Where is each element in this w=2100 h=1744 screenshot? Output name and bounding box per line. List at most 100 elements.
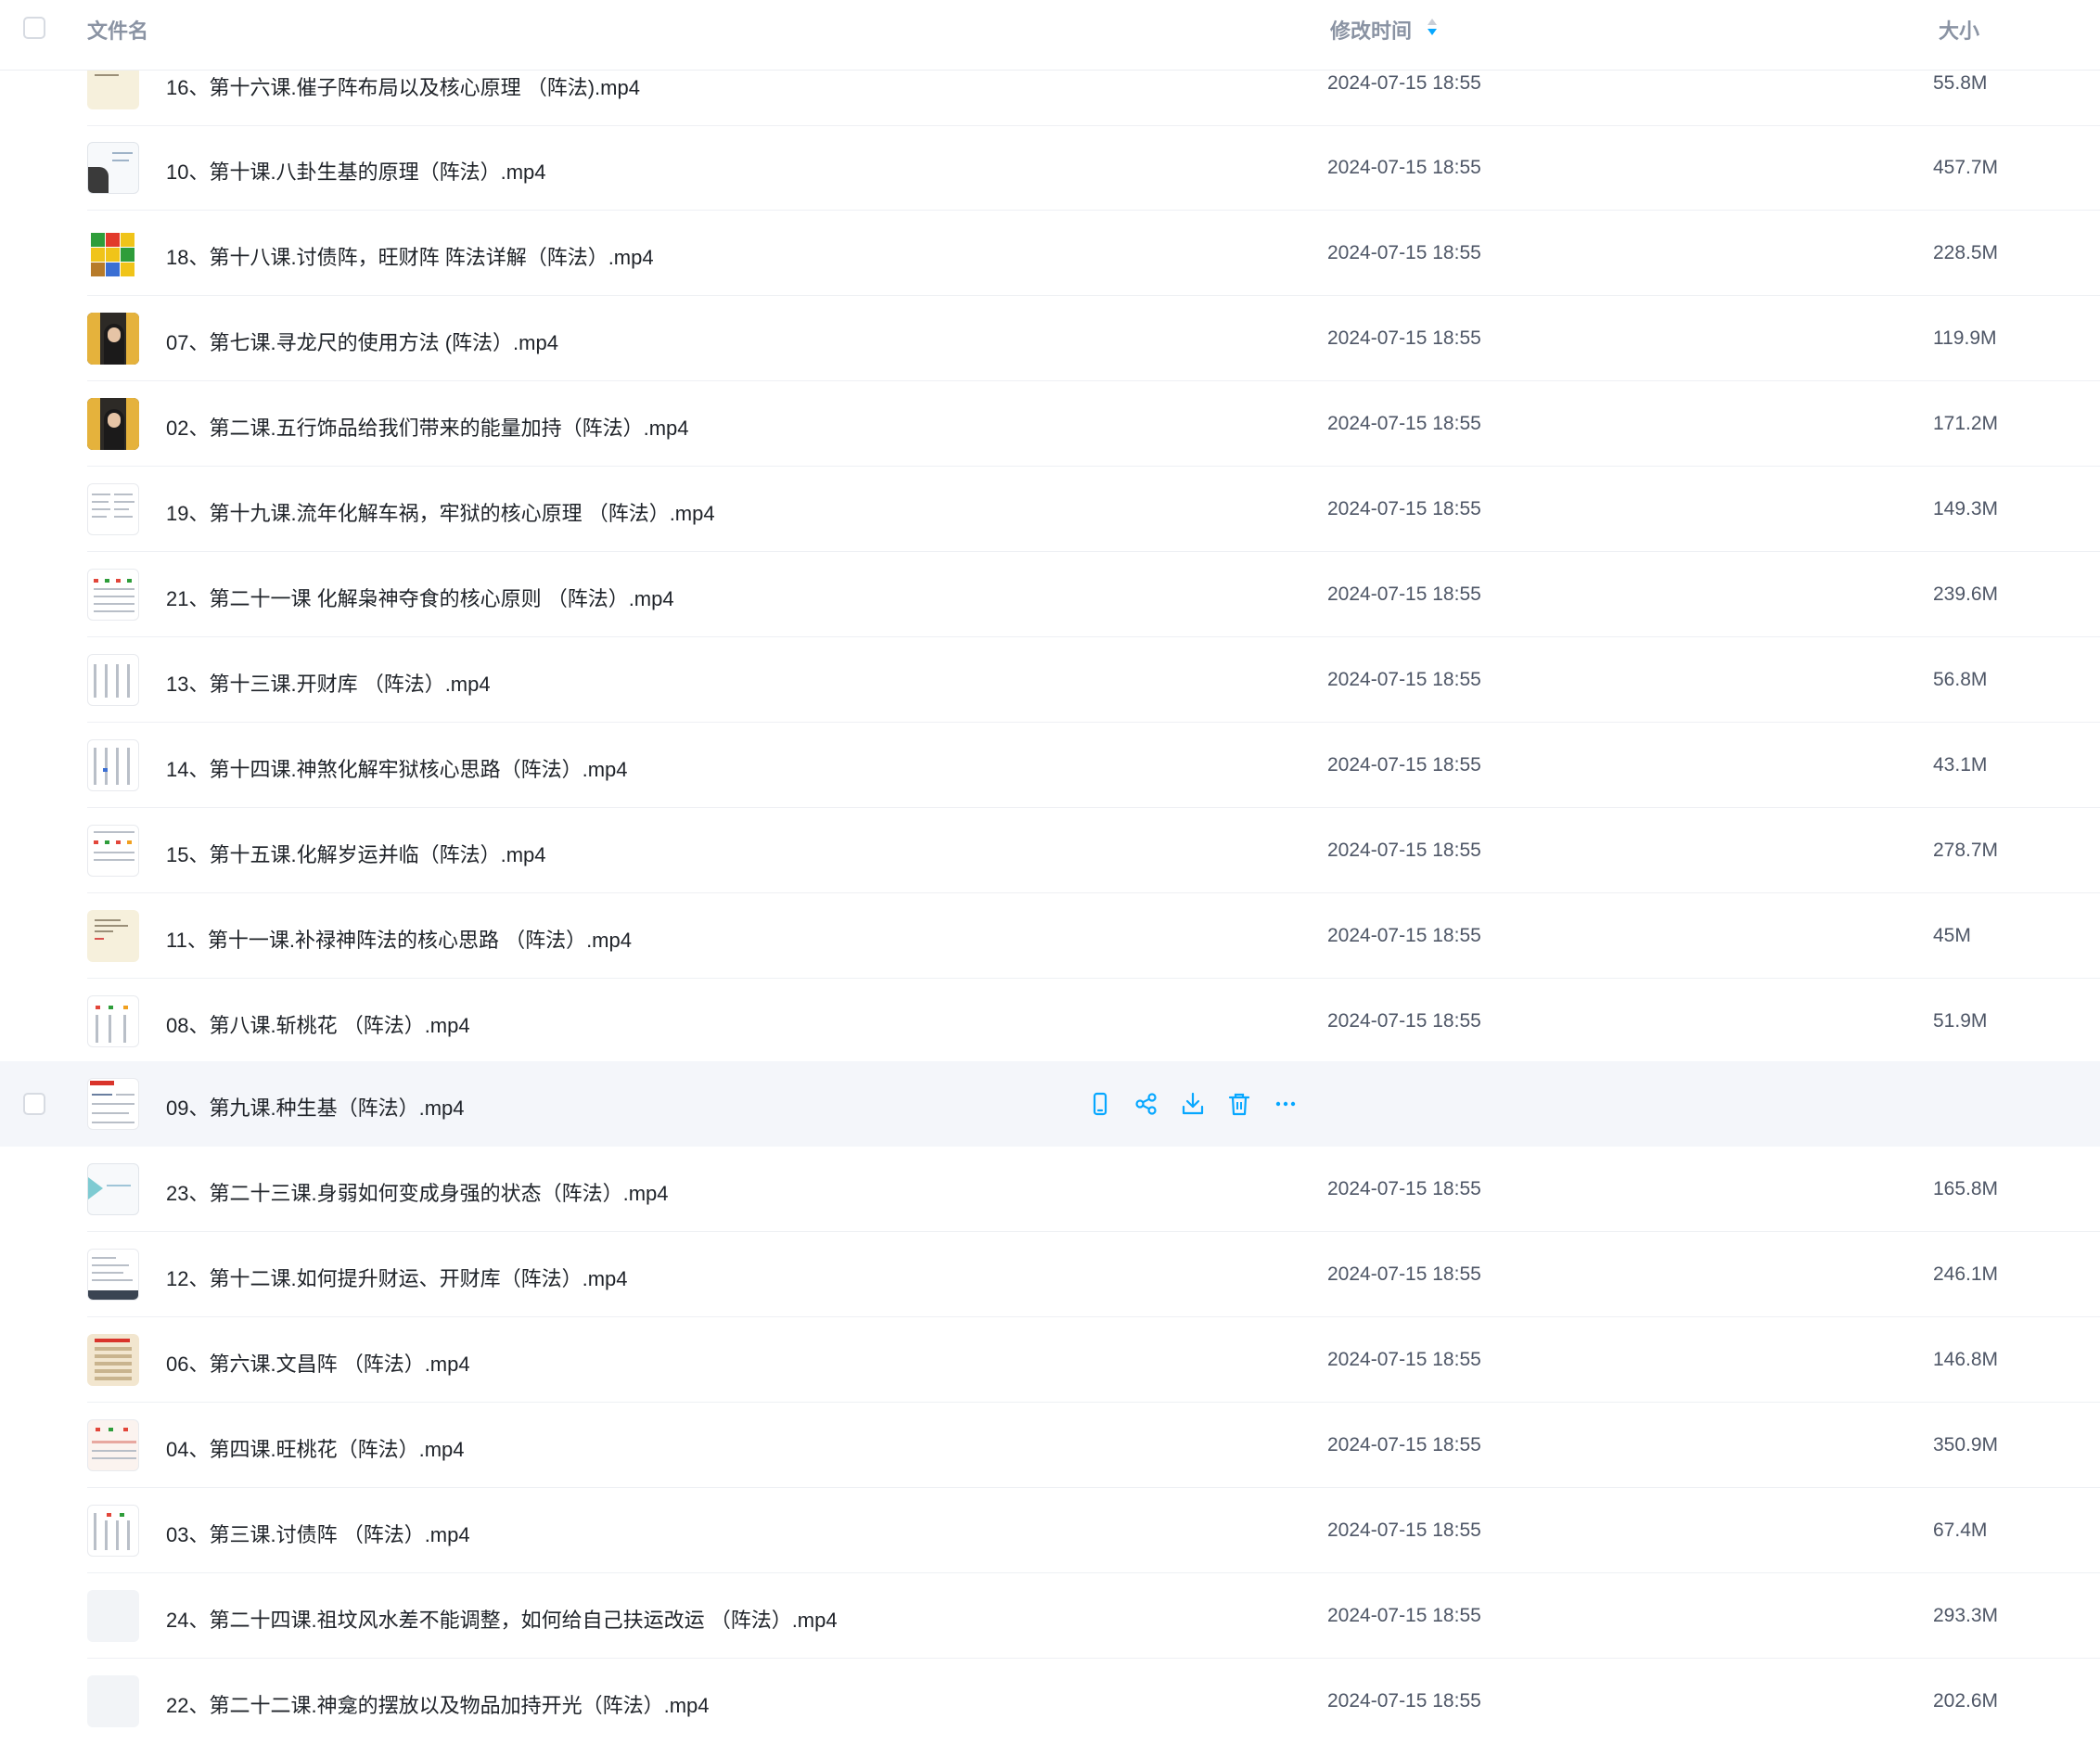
file-name[interactable]: 10、第十课.八卦生基的原理（阵法）.mp4 (166, 156, 546, 186)
file-size: 55.8M (1933, 72, 1988, 94)
file-modified-time: 2024-07-15 18:55 (1327, 925, 1481, 946)
file-size: 51.9M (1933, 1010, 1988, 1032)
file-name[interactable]: 08、第八课.斩桃花 （阵法）.mp4 (166, 1009, 470, 1039)
file-size: 165.8M (1933, 1178, 1999, 1199)
file-modified-time: 2024-07-15 18:55 (1327, 72, 1481, 94)
column-header-filename[interactable]: 文件名 (87, 15, 148, 45)
file-size: 149.3M (1933, 498, 1999, 519)
file-size: 457.7M (1933, 157, 1999, 178)
video-thumbnail (87, 569, 139, 621)
file-modified-time: 2024-07-15 18:55 (1327, 754, 1481, 776)
file-row[interactable]: 04、第四课.旺桃花（阵法）.mp4 2024-07-15 18:55 350.… (0, 1403, 2100, 1488)
file-name[interactable]: 15、第十五课.化解岁运并临（阵法）.mp4 (166, 839, 546, 868)
file-name[interactable]: 18、第十八课.讨债阵，旺财阵 阵法详解（阵法）.mp4 (166, 241, 654, 271)
file-modified-time: 2024-07-15 18:55 (1327, 1178, 1481, 1199)
file-name[interactable]: 07、第七课.寻龙尺的使用方法 (阵法）.mp4 (166, 327, 558, 356)
file-row[interactable]: 14、第十四课.神煞化解牢狱核心思路（阵法）.mp4 2024-07-15 18… (0, 723, 2100, 808)
file-row[interactable]: 08、第八课.斩桃花 （阵法）.mp4 2024-07-15 18:55 51.… (0, 979, 2100, 1064)
video-thumbnail (87, 1163, 139, 1215)
sort-icon[interactable] (1425, 17, 1440, 43)
file-row-hovered[interactable]: 09、第九课.种生基（阵法）.mp4 (0, 1061, 2100, 1147)
file-name[interactable]: 13、第十三课.开财库 （阵法）.mp4 (166, 668, 491, 698)
file-modified-time: 2024-07-15 18:55 (1327, 157, 1481, 178)
select-all-checkbox[interactable] (23, 17, 45, 39)
file-row[interactable]: 10、第十课.八卦生基的原理（阵法）.mp4 2024-07-15 18:55 … (0, 125, 2100, 211)
file-row[interactable]: 13、第十三课.开财库 （阵法）.mp4 2024-07-15 18:55 56… (0, 637, 2100, 723)
file-size: 171.2M (1933, 413, 1999, 434)
video-thumbnail (87, 227, 139, 279)
file-row[interactable]: 18、第十八课.讨债阵，旺财阵 阵法详解（阵法）.mp4 2024-07-15 … (0, 211, 2100, 296)
phone-icon[interactable] (1085, 1089, 1115, 1119)
video-thumbnail (87, 1675, 139, 1727)
video-thumbnail (87, 825, 139, 877)
video-thumbnail (87, 995, 139, 1047)
video-thumbnail (87, 1419, 139, 1471)
column-header-modified-time[interactable]: 修改时间 (1330, 15, 1412, 45)
row-checkbox[interactable] (23, 1093, 45, 1115)
file-row[interactable]: 12、第十二课.如何提升财运、开财库（阵法）.mp4 2024-07-15 18… (0, 1232, 2100, 1317)
file-row[interactable]: 11、第十一课.补禄神阵法的核心思路 （阵法）.mp4 2024-07-15 1… (0, 893, 2100, 979)
file-row[interactable]: 22、第二十二课.神龛的摆放以及物品加持开光（阵法）.mp4 2024-07-1… (0, 1659, 2100, 1744)
delete-icon[interactable] (1224, 1089, 1254, 1119)
share-icon[interactable] (1132, 1089, 1161, 1119)
file-modified-time: 2024-07-15 18:55 (1327, 327, 1481, 349)
file-row[interactable]: 07、第七课.寻龙尺的使用方法 (阵法）.mp4 2024-07-15 18:5… (0, 296, 2100, 381)
file-name[interactable]: 11、第十一课.补禄神阵法的核心思路 （阵法）.mp4 (166, 924, 632, 954)
file-name[interactable]: 22、第二十二课.神龛的摆放以及物品加持开光（阵法）.mp4 (166, 1689, 710, 1719)
file-row[interactable]: 03、第三课.讨债阵 （阵法）.mp4 2024-07-15 18:55 67.… (0, 1488, 2100, 1573)
video-thumbnail (87, 1249, 139, 1301)
video-thumbnail (87, 313, 139, 365)
file-name[interactable]: 04、第四课.旺桃花（阵法）.mp4 (166, 1433, 465, 1463)
file-modified-time: 2024-07-15 18:55 (1327, 840, 1481, 861)
file-name[interactable]: 24、第二十四课.祖坟风水差不能调整，如何给自己扶运改运 （阵法）.mp4 (166, 1604, 838, 1634)
file-name[interactable]: 02、第二课.五行饰品给我们带来的能量加持（阵法）.mp4 (166, 412, 689, 442)
file-row[interactable]: 21、第二十一课 化解枭神夺食的核心原则 （阵法）.mp4 2024-07-15… (0, 552, 2100, 637)
file-size: 293.3M (1933, 1605, 1999, 1626)
file-name[interactable]: 14、第十四课.神煞化解牢狱核心思路（阵法）.mp4 (166, 753, 628, 783)
file-size: 119.9M (1933, 327, 1997, 349)
file-name[interactable]: 16、第十六课.催子阵布局以及核心原理 （阵法).mp4 (166, 71, 640, 101)
file-modified-time: 2024-07-15 18:55 (1327, 1434, 1481, 1455)
file-modified-time: 2024-07-15 18:55 (1327, 242, 1481, 263)
file-size: 43.1M (1933, 754, 1988, 776)
file-size: 45M (1933, 925, 1971, 946)
file-name[interactable]: 23、第二十三课.身弱如何变成身强的状态（阵法）.mp4 (166, 1177, 669, 1207)
file-modified-time: 2024-07-15 18:55 (1327, 413, 1481, 434)
file-modified-time: 2024-07-15 18:55 (1327, 1520, 1481, 1541)
file-name[interactable]: 06、第六课.文昌阵 （阵法）.mp4 (166, 1348, 470, 1378)
file-name[interactable]: 21、第二十一课 化解枭神夺食的核心原则 （阵法）.mp4 (166, 583, 674, 612)
download-icon[interactable] (1178, 1089, 1208, 1119)
file-size: 278.7M (1933, 840, 1999, 861)
file-name[interactable]: 12、第十二课.如何提升财运、开财库（阵法）.mp4 (166, 1263, 628, 1292)
video-thumbnail (87, 739, 139, 791)
file-row[interactable]: 24、第二十四课.祖坟风水差不能调整，如何给自己扶运改运 （阵法）.mp4 20… (0, 1573, 2100, 1659)
file-size: 202.6M (1933, 1690, 1999, 1712)
file-row[interactable]: 02、第二课.五行饰品给我们带来的能量加持（阵法）.mp4 2024-07-15… (0, 381, 2100, 467)
file-modified-time: 2024-07-15 18:55 (1327, 1690, 1481, 1712)
video-thumbnail (87, 1590, 139, 1642)
file-row[interactable]: 19、第十九课.流年化解车祸，牢狱的核心原理 （阵法）.mp4 2024-07-… (0, 467, 2100, 552)
file-size: 239.6M (1933, 583, 1999, 605)
file-size: 246.1M (1933, 1263, 1999, 1285)
file-row[interactable]: 23、第二十三课.身弱如何变成身强的状态（阵法）.mp4 2024-07-15 … (0, 1147, 2100, 1232)
file-name[interactable]: 09、第九课.种生基（阵法）.mp4 (166, 1092, 465, 1122)
file-size: 56.8M (1933, 669, 1988, 690)
file-modified-time: 2024-07-15 18:55 (1327, 1605, 1481, 1626)
column-header-size[interactable]: 大小 (1939, 15, 1979, 45)
file-size: 146.8M (1933, 1349, 1999, 1370)
file-size: 67.4M (1933, 1520, 1988, 1541)
file-row[interactable]: 06、第六课.文昌阵 （阵法）.mp4 2024-07-15 18:55 146… (0, 1317, 2100, 1403)
file-row[interactable]: 15、第十五课.化解岁运并临（阵法）.mp4 2024-07-15 18:55 … (0, 808, 2100, 893)
list-header: 文件名 修改时间 大小 (0, 0, 2100, 71)
file-size: 228.5M (1933, 242, 1999, 263)
file-size: 350.9M (1933, 1434, 1999, 1455)
video-thumbnail (87, 398, 139, 450)
video-thumbnail (87, 910, 139, 962)
video-thumbnail (87, 1505, 139, 1557)
video-thumbnail (87, 1334, 139, 1386)
more-icon[interactable] (1271, 1089, 1300, 1119)
file-modified-time: 2024-07-15 18:55 (1327, 583, 1481, 605)
video-thumbnail (87, 142, 139, 194)
file-name[interactable]: 03、第三课.讨债阵 （阵法）.mp4 (166, 1519, 470, 1548)
file-name[interactable]: 19、第十九课.流年化解车祸，牢狱的核心原理 （阵法）.mp4 (166, 497, 715, 527)
